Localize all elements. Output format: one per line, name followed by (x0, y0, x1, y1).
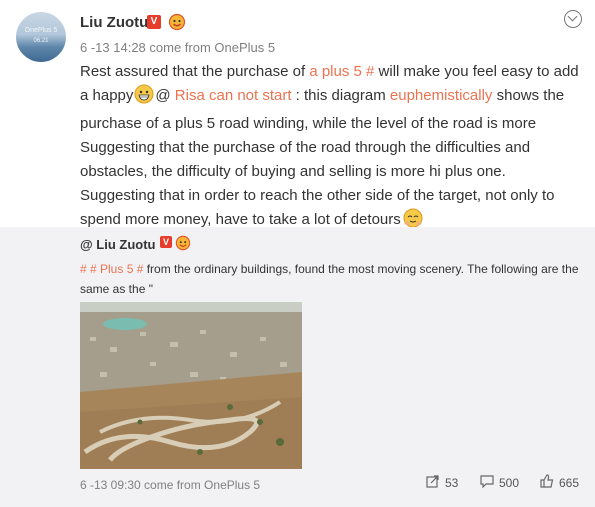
verified-badge: V (147, 15, 161, 29)
post-text-part: : this diagram (291, 87, 390, 104)
post-photo-winding-road[interactable] (80, 302, 302, 469)
like-icon (540, 474, 554, 491)
post-text-part: Rest assured that the purchase of (80, 63, 310, 80)
like-count: 665 (559, 475, 580, 490)
repost-username[interactable]: @ Liu Zuotu (80, 237, 156, 252)
comment-button[interactable]: 500 (480, 474, 519, 491)
vip-face-badge-icon (174, 235, 192, 256)
hashtag-link[interactable]: # # Plus 5 # (80, 262, 143, 276)
post-username[interactable]: Liu Zuotu (80, 14, 148, 31)
vip-face-badge-icon (167, 13, 187, 36)
avatar[interactable]: OnePlus 5 06.21 (16, 12, 66, 62)
post-text-part: @ (155, 87, 175, 104)
repost-text: # # Plus 5 # from the ordinary buildings… (80, 259, 585, 299)
comment-icon (480, 474, 494, 491)
comment-count: 500 (499, 475, 520, 490)
post-meta: 6 -13 14:28 come from OnePlus 5 (80, 40, 276, 55)
repost-meta: 6 -13 09:30 come from OnePlus 5 (80, 478, 261, 492)
chevron-down-icon[interactable] (564, 10, 582, 28)
share-count: 53 (445, 475, 459, 490)
avatar-brand-text: OnePlus 5 (24, 27, 58, 34)
topic-link[interactable]: a plus 5 # (309, 63, 374, 80)
share-button[interactable]: 53 (426, 474, 458, 491)
like-button[interactable]: 665 (540, 474, 579, 491)
keyword-link[interactable]: euphemistically (390, 87, 493, 104)
avatar-date-text: 06.21 (33, 38, 49, 44)
verified-badge: V (160, 236, 172, 248)
mention-link[interactable]: Risa can not start (175, 87, 292, 104)
repost-text-body: from the ordinary buildings, found the m… (80, 262, 579, 296)
post-text: Rest assured that the purchase of a plus… (80, 60, 580, 236)
share-icon (426, 474, 440, 491)
grin-emoji-icon (134, 84, 154, 112)
repost-card: @ Liu Zuotu V # # Plus 5 # from the ordi… (0, 227, 595, 507)
